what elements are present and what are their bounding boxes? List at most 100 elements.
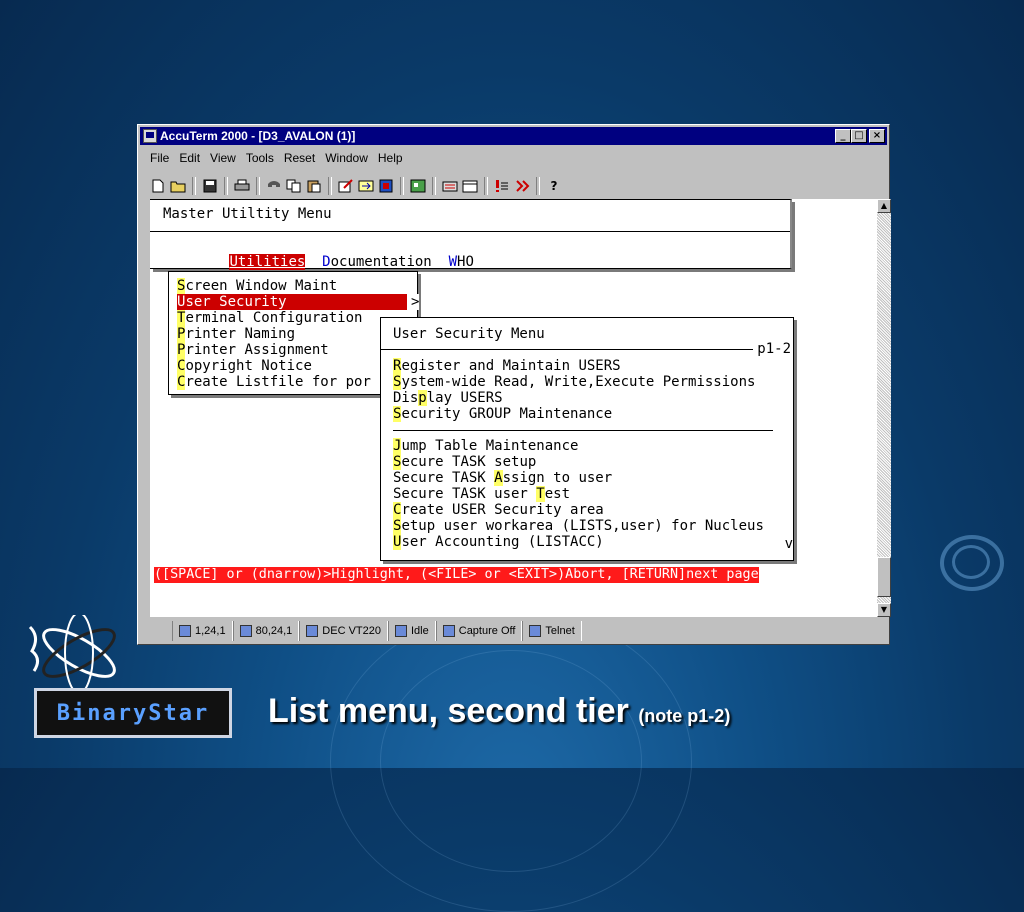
menu-item-label: reate Listfile for por [185, 374, 371, 390]
security-menu-item[interactable]: Secure TASK user Test [393, 486, 764, 502]
menu-item-label: lay USERS [426, 390, 503, 406]
menu-edit[interactable]: Edit [179, 151, 200, 165]
security-menu-item[interactable]: User Accounting (LISTACC) [393, 534, 764, 550]
security-menu-item[interactable]: Display USERS [393, 390, 755, 406]
security-menu-item[interactable]: Setup user workarea (LISTS,user) for Nuc… [393, 518, 764, 534]
menu-bar: File Edit View Tools Reset Window Help [150, 151, 403, 165]
security-menu-item[interactable]: Jump Table Maintenance [393, 438, 764, 454]
menu-item-label: ser Accounting (LISTACC) [401, 534, 604, 550]
menu-item-label: ecure TASK setup [401, 454, 537, 470]
background-swirl [380, 650, 642, 872]
calendar-icon[interactable] [462, 178, 478, 194]
status-panel: 80,24,1 [232, 621, 300, 641]
minimize-button[interactable]: _ [835, 129, 851, 143]
logo-text: BinaryStar [56, 700, 210, 726]
menu-item-label: ssign to user [502, 470, 613, 486]
status-panel: Capture Off [435, 621, 523, 641]
caption-main: List menu, second tier [268, 692, 629, 730]
close-button[interactable]: × [869, 129, 885, 143]
edit-icon[interactable] [338, 178, 354, 194]
utilities-menu-item[interactable]: Printer Assignment [177, 342, 407, 358]
toolbar-separator [256, 177, 260, 195]
maximize-button[interactable]: □ [851, 129, 867, 143]
menu-who[interactable]: WHO [449, 254, 474, 270]
submenu-arrow-icon: > [411, 294, 420, 310]
status-label: Idle [411, 625, 429, 637]
open-icon[interactable] [170, 178, 186, 194]
menu-item-label: reate USER Security area [401, 502, 604, 518]
utilities-menu-item[interactable]: Copyright Notice [177, 358, 407, 374]
capture-icon[interactable] [378, 178, 394, 194]
toolbar-separator [192, 177, 196, 195]
menu-item-label: opyright Notice [185, 358, 312, 374]
security-menu-item[interactable]: Secure TASK setup [393, 454, 764, 470]
keyboard-icon[interactable] [442, 178, 458, 194]
security-items-group-1: Register and Maintain USERS System-wide R… [393, 358, 755, 422]
status-panel: Telnet [522, 621, 582, 641]
status-label: Telnet [545, 625, 575, 637]
utilities-menu-item[interactable]: User Security > [177, 294, 420, 310]
vertical-scrollbar[interactable]: ▲ ▼ [877, 199, 891, 617]
master-divider [150, 231, 790, 232]
utilities-menu-item[interactable]: Terminal Configuration [177, 310, 407, 326]
paste-icon[interactable] [306, 178, 322, 194]
utilities-menu-item[interactable]: Create Listfile for por [177, 374, 407, 390]
scroll-down-button[interactable]: ▼ [877, 603, 891, 617]
settings-icon[interactable] [514, 178, 530, 194]
menu-documentation[interactable]: Documentation [322, 254, 432, 270]
security-menu-item[interactable]: Security GROUP Maintenance [393, 406, 755, 422]
copy-icon[interactable] [286, 178, 302, 194]
status-panel: Idle [388, 621, 436, 641]
save-icon[interactable] [202, 178, 218, 194]
security-menu-item[interactable]: Secure TASK Assign to user [393, 470, 764, 486]
transfer-icon[interactable] [358, 178, 374, 194]
master-menu-header: Master Utiltity Menu Utilities Documenta… [150, 199, 792, 270]
security-menu-item[interactable]: System-wide Read, Write,Execute Permissi… [393, 374, 755, 390]
page-marker: p1-2 [757, 341, 791, 357]
hotkey-letter: A [494, 470, 503, 486]
terminal-screen[interactable]: Master Utiltity Menu Utilities Documenta… [150, 199, 877, 617]
hotkey-letter: T [536, 486, 545, 502]
binarystar-logo: BinaryStar [34, 688, 232, 738]
new-icon[interactable] [150, 178, 166, 194]
telnet-icon [529, 625, 542, 637]
utilities-menu-item[interactable]: Screen Window Maint [177, 278, 407, 294]
toolbar: ? [150, 175, 562, 197]
menu-reset[interactable]: Reset [284, 151, 315, 165]
menu-help[interactable]: Help [378, 151, 403, 165]
security-menu-item[interactable]: Create USER Security area [393, 502, 764, 518]
toolbar-separator [328, 177, 332, 195]
toolbar-separator [400, 177, 404, 195]
app-icon[interactable] [143, 129, 157, 143]
status-panel: 1,24,1 [172, 621, 233, 641]
security-group-divider [393, 430, 773, 431]
menu-item-prefix: Dis [393, 390, 419, 406]
menu-window[interactable]: Window [325, 151, 368, 165]
macro-icon[interactable] [410, 178, 426, 194]
security-menu-item[interactable]: Register and Maintain USERS [393, 358, 755, 374]
scroll-thumb[interactable] [877, 557, 891, 597]
menu-tools[interactable]: Tools [246, 151, 274, 165]
help-icon[interactable]: ? [546, 178, 562, 194]
toolbar-separator [536, 177, 540, 195]
utilities-menu-item[interactable]: Printer Naming [177, 326, 407, 342]
alert-icon[interactable] [494, 178, 510, 194]
hotkey-letter: p [418, 390, 427, 406]
menu-view[interactable]: View [210, 151, 236, 165]
status-label: 80,24,1 [255, 625, 293, 637]
menu-file[interactable]: File [150, 151, 169, 165]
slide-caption: List menu, second tier (note p1-2) [268, 692, 730, 731]
print-icon[interactable] [234, 178, 250, 194]
user-security-submenu: User Security Menu p1-2 Register and Mai… [380, 317, 794, 561]
menu-item-label: ecurity GROUP Maintenance [401, 406, 613, 422]
scroll-up-button[interactable]: ▲ [877, 199, 891, 213]
master-menu-title: Master Utiltity Menu [163, 206, 332, 222]
menu-item-label: ystem-wide Read, Write,Execute Permissio… [401, 374, 756, 390]
menu-item-label: rinter Naming [185, 326, 296, 342]
status-label: 1,24,1 [195, 625, 226, 637]
menu-item-label: est [544, 486, 571, 502]
title-bar[interactable]: AccuTerm 2000 - [D3_AVALON (1)] _ □ × [140, 127, 887, 145]
menu-item-prefix: Secure TASK user [393, 486, 537, 502]
menu-utilities[interactable]: Utilities [229, 254, 306, 270]
phone-icon[interactable] [266, 178, 282, 194]
